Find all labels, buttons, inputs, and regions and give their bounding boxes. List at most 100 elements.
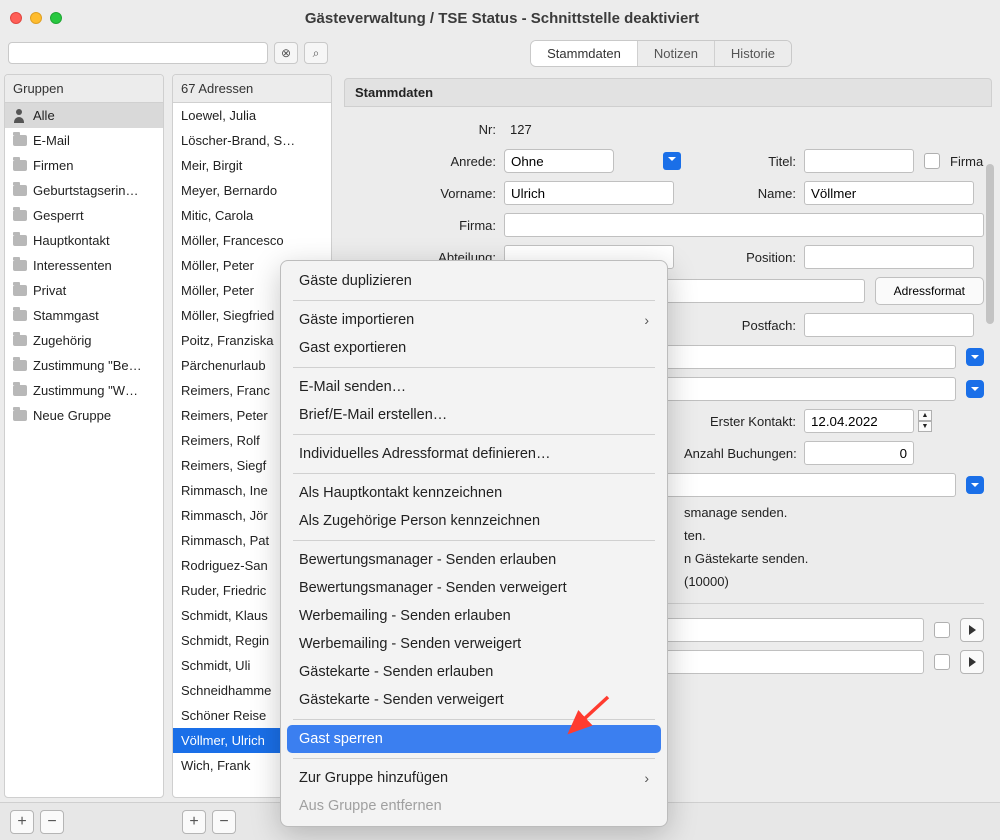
close-icon[interactable] bbox=[10, 12, 22, 24]
menu-item-label: Bewertungsmanager - Senden verweigert bbox=[299, 580, 567, 596]
checkbox[interactable] bbox=[934, 654, 950, 670]
folder-icon bbox=[13, 310, 27, 321]
menu-item[interactable]: Gästekarte - Senden erlauben bbox=[281, 658, 667, 686]
zoom-icon[interactable] bbox=[50, 12, 62, 24]
date-stepper[interactable]: ▲▼ bbox=[918, 410, 932, 432]
menu-item[interactable]: Gast exportieren bbox=[281, 334, 667, 362]
list-item[interactable]: Mitic, Carola bbox=[173, 203, 331, 228]
chevron-down-icon[interactable] bbox=[966, 348, 984, 366]
play-icon[interactable] bbox=[960, 618, 984, 642]
chevron-down-icon[interactable] bbox=[966, 476, 984, 494]
sidebar-item[interactable]: Zustimmung "W… bbox=[5, 378, 163, 403]
sidebar-item[interactable]: Zugehörig bbox=[5, 328, 163, 353]
sidebar-item[interactable]: Hauptkontakt bbox=[5, 228, 163, 253]
tab-historie[interactable]: Historie bbox=[714, 41, 791, 66]
sidebar-item[interactable]: Zustimmung "Be… bbox=[5, 353, 163, 378]
sidebar-item[interactable]: E-Mail bbox=[5, 128, 163, 153]
sidebar-item[interactable]: Geburtstagserin… bbox=[5, 178, 163, 203]
folder-icon bbox=[13, 335, 27, 346]
folder-icon bbox=[13, 185, 27, 196]
menu-item[interactable]: Als Hauptkontakt kennzeichnen bbox=[281, 479, 667, 507]
menu-item-label: E-Mail senden… bbox=[299, 379, 406, 395]
address-remove-button[interactable]: − bbox=[212, 810, 236, 834]
play-icon[interactable] bbox=[960, 650, 984, 674]
menu-item-label: Gäste importieren bbox=[299, 312, 414, 328]
scrollbar[interactable] bbox=[986, 164, 994, 324]
menu-item[interactable]: Gäste duplizieren bbox=[281, 267, 667, 295]
menu-item[interactable]: Werbemailing - Senden verweigert bbox=[281, 630, 667, 658]
folder-icon bbox=[13, 235, 27, 246]
firma-checkbox[interactable] bbox=[924, 153, 940, 169]
sidebar-item-label: Neue Gruppe bbox=[33, 408, 111, 423]
address-add-button[interactable]: + bbox=[182, 810, 206, 834]
sidebar-item[interactable]: Interessenten bbox=[5, 253, 163, 278]
groups-remove-button[interactable]: − bbox=[40, 810, 64, 834]
window-title: Gästeverwaltung / TSE Status - Schnittst… bbox=[74, 10, 930, 27]
chevron-down-icon[interactable] bbox=[966, 380, 984, 398]
sidebar-item-label: E-Mail bbox=[33, 133, 70, 148]
checkbox[interactable] bbox=[934, 622, 950, 638]
context-menu[interactable]: Gäste duplizieren Gäste importieren › Gast … bbox=[280, 260, 668, 827]
menu-item[interactable]: Bewertungsmanager - Senden erlauben bbox=[281, 546, 667, 574]
menu-item[interactable]: E-Mail senden… bbox=[281, 373, 667, 401]
erster-kontakt-field[interactable] bbox=[804, 409, 914, 433]
name-label: Name: bbox=[684, 186, 804, 201]
list-item[interactable]: Möller, Francesco bbox=[173, 228, 331, 253]
folder-icon bbox=[13, 260, 27, 271]
menu-item[interactable]: Gäste importieren › bbox=[281, 306, 667, 334]
adressformat-button[interactable]: Adressformat bbox=[875, 277, 984, 305]
menu-separator bbox=[293, 300, 655, 301]
titel-field[interactable] bbox=[804, 149, 914, 173]
list-item[interactable]: Löscher-Brand, S… bbox=[173, 128, 331, 153]
vorname-field[interactable] bbox=[504, 181, 674, 205]
menu-item[interactable]: Gast sperren bbox=[287, 725, 661, 753]
menu-item[interactable]: Individuelles Adressformat definieren… bbox=[281, 440, 667, 468]
sidebar-item-label: Zustimmung "Be… bbox=[33, 358, 142, 373]
menu-item-label: Als Hauptkontakt kennzeichnen bbox=[299, 485, 502, 501]
sidebar-item[interactable]: Stammgast bbox=[5, 303, 163, 328]
postfach-field[interactable] bbox=[804, 313, 974, 337]
list-item[interactable]: Meyer, Bernardo bbox=[173, 178, 331, 203]
sidebar-item[interactable]: Privat bbox=[5, 278, 163, 303]
minimize-icon[interactable] bbox=[30, 12, 42, 24]
groups-add-button[interactable]: + bbox=[10, 810, 34, 834]
menu-item[interactable]: Zur Gruppe hinzufügen › bbox=[281, 764, 667, 792]
sidebar-item-label: Geburtstagserin… bbox=[33, 183, 139, 198]
sidebar-item-label: Interessenten bbox=[33, 258, 112, 273]
sidebar-item[interactable]: Firmen bbox=[5, 153, 163, 178]
tab-notizen[interactable]: Notizen bbox=[637, 41, 714, 66]
anrede-select[interactable]: Ohne bbox=[504, 149, 684, 173]
name-field[interactable] bbox=[804, 181, 974, 205]
folder-icon bbox=[13, 160, 27, 171]
menu-item[interactable]: Brief/E-Mail erstellen… bbox=[281, 401, 667, 429]
anrede-label: Anrede: bbox=[354, 154, 504, 169]
menu-item[interactable]: Gästekarte - Senden verweigert bbox=[281, 686, 667, 714]
menu-item[interactable]: Werbemailing - Senden erlauben bbox=[281, 602, 667, 630]
clear-search-icon[interactable]: ⊗ bbox=[274, 42, 298, 64]
menu-item-label: Aus Gruppe entfernen bbox=[299, 798, 442, 814]
folder-icon bbox=[13, 135, 27, 146]
sidebar-item[interactable]: Gesperrt bbox=[5, 203, 163, 228]
menu-item[interactable]: Bewertungsmanager - Senden verweigert bbox=[281, 574, 667, 602]
menu-separator bbox=[293, 473, 655, 474]
menu-item-label: Zur Gruppe hinzufügen bbox=[299, 770, 448, 786]
sidebar-item[interactable]: Alle bbox=[5, 103, 163, 128]
person-icon bbox=[13, 109, 27, 123]
detail-section-title: Stammdaten bbox=[344, 78, 992, 107]
sidebar-item-label: Privat bbox=[33, 283, 66, 298]
firma-field[interactable] bbox=[504, 213, 984, 237]
tab-stammdaten[interactable]: Stammdaten bbox=[531, 41, 637, 66]
search-icon[interactable]: ⌕ bbox=[304, 42, 328, 64]
list-item[interactable]: Loewel, Julia bbox=[173, 103, 331, 128]
chevron-right-icon: › bbox=[644, 312, 649, 328]
groups-list[interactable]: Alle E-Mail Firmen Geburtstagserin… Gesperrt… bbox=[5, 103, 163, 797]
position-field[interactable] bbox=[804, 245, 974, 269]
app-window: Gästeverwaltung / TSE Status - Schnittst… bbox=[0, 0, 1000, 840]
search-input[interactable] bbox=[8, 42, 268, 64]
menu-item[interactable]: Als Zugehörige Person kennzeichnen bbox=[281, 507, 667, 535]
list-item[interactable]: Meir, Birgit bbox=[173, 153, 331, 178]
anzahl-buch-field[interactable] bbox=[804, 441, 914, 465]
chevron-right-icon: › bbox=[644, 770, 649, 786]
sidebar-item[interactable]: Neue Gruppe bbox=[5, 403, 163, 428]
menu-item: Aus Gruppe entfernen bbox=[281, 792, 667, 820]
